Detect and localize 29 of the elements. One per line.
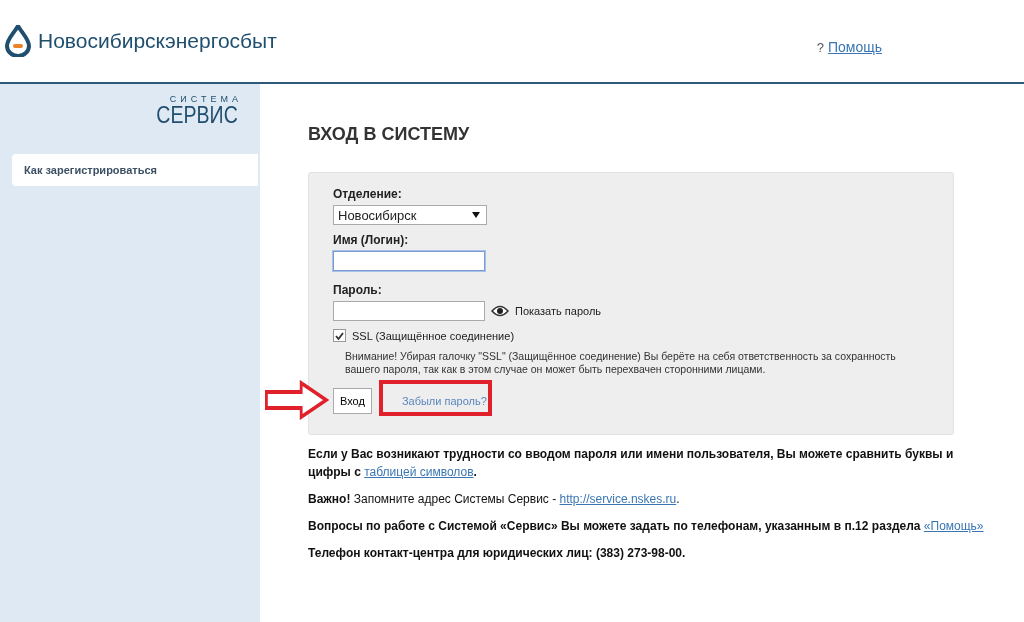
caret-icon: [472, 212, 480, 218]
info-paragraph: Телефон контакт-центра для юридических лиц: (383) 273-98-00.: [308, 545, 687, 562]
sidebar-item[interactable]: Как зарегистрироваться: [12, 154, 258, 186]
drop-logo-icon: [4, 25, 32, 57]
field-label: Отделение:: [333, 187, 403, 201]
password-field[interactable]: [333, 301, 485, 321]
forgot-password-link[interactable]: Забыли пароль?: [401, 395, 487, 407]
page-title: ВХОД В СИСТЕМУ: [308, 124, 471, 145]
field-label: Имя (Логин):: [333, 233, 410, 247]
eye-icon[interactable]: [491, 305, 509, 317]
logo-caption: СИСТЕМА: [169, 94, 242, 104]
text-link[interactable]: таблицей символов: [364, 465, 474, 479]
warning-text: Внимание! Убирая галочку "SSL" (Защищённое соединение) Вы берёте на себя ответственность за сохранность вашего пароля, так как в этом случае он может быть перехвачен сторонними лицами.: [345, 350, 897, 376]
ssl-label: SSL (Защищённое соединение): [352, 329, 515, 342]
info-paragraph: Важно! Запомните адрес Системы Сервис - http://service.nskes.ru.: [308, 491, 681, 508]
help-mark: ?: [816, 40, 824, 55]
show-password-label: Показать пароль: [515, 305, 602, 317]
field-label: Пароль:: [333, 283, 383, 297]
text-link[interactable]: «Помощь»: [923, 519, 984, 533]
logo-title: СЕРВИС: [156, 104, 238, 126]
info-paragraph: Вопросы по работе с Системой «Сервис» Вы можете задать по телефонам, указанным в п.12 раздела «Помощь»: [308, 518, 985, 535]
info-paragraph: Если у Вас возникают трудности со вводом пароля или имени пользователя, Вы можете сравнить буквы и цифры с таблицей символов.: [308, 446, 955, 481]
brand-name: Новосибирскэнергосбыт: [38, 29, 277, 53]
login-field[interactable]: [333, 251, 485, 271]
arrow-drawing: [265, 380, 329, 420]
help-link[interactable]: Помощь: [827, 39, 882, 55]
login-button[interactable]: Вход: [333, 388, 372, 414]
branch-select[interactable]: Новосибирск: [333, 205, 487, 225]
ssl-checkbox[interactable]: [333, 329, 346, 342]
